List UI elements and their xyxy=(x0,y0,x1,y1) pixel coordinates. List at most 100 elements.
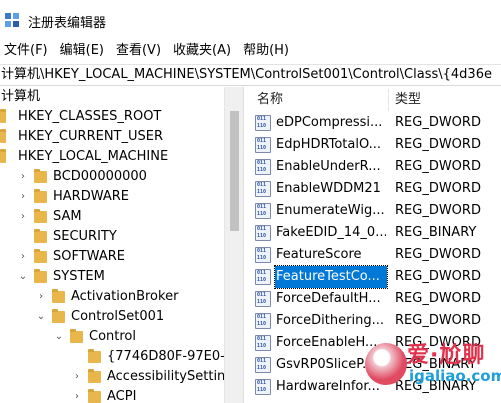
address-bar[interactable]: 计算机\HKEY_LOCAL_MACHINE\SYSTEM\ControlSet… xyxy=(0,64,501,86)
collapse-chevron-icon[interactable]: ⌄ xyxy=(18,267,28,287)
tree-item-label: Control xyxy=(89,329,136,344)
binary-value-icon xyxy=(255,269,271,285)
tree-item[interactable]: HKEY_CURRENT_USER xyxy=(0,127,224,147)
value-name: FeatureTestCo... xyxy=(274,265,388,289)
menu-help[interactable]: 帮助(H) xyxy=(237,40,295,62)
value-name: FakeEDID_14_0... xyxy=(276,225,386,240)
value-type: REG_DWORD xyxy=(395,203,481,218)
value-name: EdpHDRTotalO... xyxy=(276,137,382,152)
window-title: 注册表编辑器 xyxy=(28,16,107,31)
collapse-chevron-icon[interactable]: ⌄ xyxy=(54,327,64,347)
value-name: EnableWDDM21 xyxy=(276,181,381,196)
tree-item-label: SYSTEM xyxy=(53,269,105,284)
tree-scrollbar[interactable] xyxy=(224,87,243,403)
folder-icon xyxy=(88,369,101,383)
value-row[interactable]: ForceDithering... REG_DWORD xyxy=(249,310,501,332)
value-type: REG_DWORD xyxy=(395,313,481,328)
value-name: FeatureScore xyxy=(276,247,362,262)
value-row[interactable]: eDPCompressi... REG_DWORD xyxy=(249,112,501,134)
tree-item[interactable]: HKEY_CLASSES_ROOT xyxy=(0,107,224,127)
expand-chevron-icon[interactable]: › xyxy=(18,207,28,227)
tree-item[interactable]: {7746D80F-97E0-4E2 xyxy=(0,347,243,367)
collapse-chevron-icon[interactable]: ⌄ xyxy=(36,307,46,327)
folder-icon xyxy=(34,169,47,183)
watermark-logo: 爱·尬聊 igaliao.com xyxy=(363,333,501,403)
binary-value-icon xyxy=(255,181,271,197)
folder-icon xyxy=(0,149,6,163)
menu-edit[interactable]: 编辑(E) xyxy=(54,40,110,62)
watermark-url-text: igaliao.com xyxy=(409,367,501,385)
tree-item[interactable]: ⌄ Control xyxy=(0,327,224,347)
folder-icon xyxy=(34,249,47,263)
column-header-type[interactable]: 类型 xyxy=(387,87,501,112)
expand-chevron-icon[interactable]: › xyxy=(18,187,28,207)
folder-icon xyxy=(88,349,101,363)
value-row[interactable]: EnableWDDM21 REG_DWORD xyxy=(249,178,501,200)
tree-scrollbar-thumb[interactable] xyxy=(230,111,239,231)
value-type: REG_DWORD xyxy=(395,159,481,174)
value-row[interactable]: FeatureTestCo... REG_DWORD xyxy=(249,265,501,289)
expand-chevron-icon[interactable]: › xyxy=(18,167,28,187)
column-header-name[interactable]: 名称 xyxy=(249,87,389,112)
tree-item[interactable]: ⌄ ControlSet001 xyxy=(0,307,224,327)
tree-item-label: ACPI xyxy=(107,389,137,403)
tree-item-label: SOFTWARE xyxy=(53,249,125,264)
tree-item[interactable]: › ACPI xyxy=(0,387,224,403)
expand-chevron-icon[interactable]: › xyxy=(72,367,82,387)
value-row[interactable]: ForceDefaultH... REG_DWORD xyxy=(249,288,501,310)
expand-chevron-icon[interactable]: › xyxy=(18,247,28,267)
title-bar: 注册表编辑器 xyxy=(0,0,501,40)
value-name: eDPCompressi... xyxy=(276,115,383,130)
value-name: ForceDefaultH... xyxy=(276,291,381,306)
tree-item[interactable]: › AccessibilitySetting xyxy=(0,367,234,387)
value-name: EnableUnderR... xyxy=(276,159,381,174)
tree-item-label: SECURITY xyxy=(53,229,117,244)
tree-item-label: SAM xyxy=(53,209,82,224)
value-type: REG_DWORD xyxy=(395,269,481,284)
expand-chevron-icon[interactable] xyxy=(18,227,28,247)
folder-icon xyxy=(70,329,83,343)
folder-icon xyxy=(0,109,6,123)
expand-chevron-icon[interactable] xyxy=(72,347,82,367)
value-type: REG_DWORD xyxy=(395,291,481,306)
tree-item-label: BCD00000000 xyxy=(53,169,147,184)
value-row[interactable]: EdpHDRTotalO... REG_DWORD xyxy=(249,134,501,156)
tree-item-label: HKEY_LOCAL_MACHINE xyxy=(18,149,169,164)
menu-bar: 文件(F) 编辑(E) 查看(V) 收藏夹(A) 帮助(H) xyxy=(0,40,501,62)
folder-icon xyxy=(52,309,65,323)
tree-item[interactable]: SECURITY xyxy=(0,227,224,247)
value-row[interactable]: EnableUnderR... REG_DWORD xyxy=(249,156,501,178)
folder-icon xyxy=(34,209,47,223)
expand-chevron-icon[interactable]: › xyxy=(72,387,82,403)
binary-value-icon xyxy=(255,357,271,373)
binary-value-icon xyxy=(255,159,271,175)
tree-item[interactable]: › ActivationBroker xyxy=(0,287,224,307)
tree-item[interactable]: HKEY_LOCAL_MACHINE xyxy=(0,147,224,167)
tree-item[interactable]: ⌄ SYSTEM xyxy=(0,267,224,287)
folder-icon xyxy=(34,229,47,243)
value-row[interactable]: EnumerateWig... REG_DWORD xyxy=(249,200,501,222)
tree-item[interactable]: › HARDWARE xyxy=(0,187,224,207)
tree-item[interactable]: › BCD00000000 xyxy=(0,167,224,187)
tree-item-label: {7746D80F-97E0-4E2 xyxy=(107,349,243,364)
tree-item-label: ControlSet001 xyxy=(71,309,165,324)
folder-icon xyxy=(52,289,65,303)
tree-item-label: HARDWARE xyxy=(53,189,129,204)
tree-item[interactable]: › SAM xyxy=(0,207,224,227)
menu-favorites[interactable]: 收藏夹(A) xyxy=(167,40,237,62)
menu-file[interactable]: 文件(F) xyxy=(0,40,54,62)
binary-value-icon xyxy=(255,335,271,351)
tree-item[interactable]: › SOFTWARE xyxy=(0,247,224,267)
binary-value-icon xyxy=(255,291,271,307)
menu-view[interactable]: 查看(V) xyxy=(110,40,167,62)
binary-value-icon xyxy=(255,225,271,241)
expand-chevron-icon[interactable]: › xyxy=(36,287,46,307)
binary-value-icon xyxy=(255,247,271,263)
watermark-emblem xyxy=(365,343,407,385)
value-row[interactable]: FakeEDID_14_0... REG_BINARY xyxy=(249,222,501,244)
tree-root-computer[interactable]: 计算机 xyxy=(0,87,224,107)
tree-root-label: 计算机 xyxy=(1,89,41,104)
binary-value-icon xyxy=(255,115,271,131)
value-row[interactable]: FeatureScore REG_DWORD xyxy=(249,244,501,266)
tree-item-label: AccessibilitySetting xyxy=(107,369,234,384)
